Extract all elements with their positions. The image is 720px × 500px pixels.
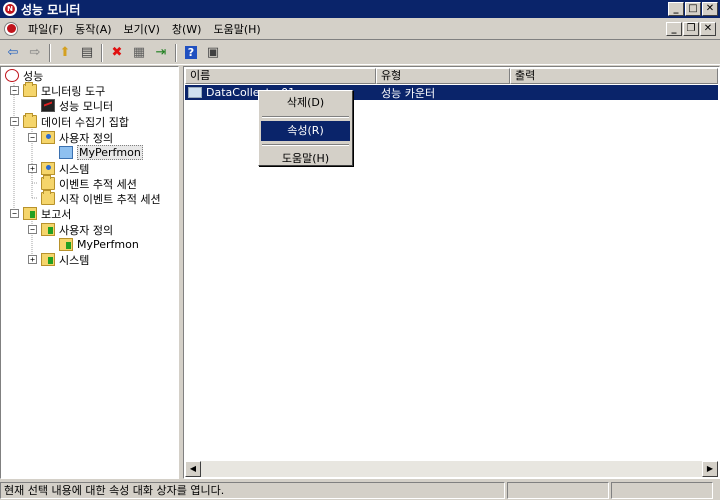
scroll-left-icon[interactable]: ◀ (185, 461, 201, 477)
tree-pane[interactable]: 성능 − 모니터링 도구 성능 모니터 − 데이터 수집기 집합 − 사용자 정… (0, 66, 179, 479)
view-icon[interactable]: ▣ (202, 43, 224, 63)
up-folder-icon[interactable]: ⬆ (54, 43, 76, 63)
tree-node-system[interactable]: + 시스템 (28, 161, 89, 176)
reports-user-icon (41, 223, 55, 236)
tree-label: 데이터 수집기 집합 (41, 115, 129, 129)
tree-node-reports[interactable]: − 보고서 (10, 206, 71, 221)
doc-restore-button[interactable]: ❐ (683, 21, 699, 36)
scroll-track[interactable] (201, 461, 702, 477)
perfmon-root-icon (5, 69, 19, 82)
document-icon[interactable] (4, 21, 18, 36)
tree-node-reports-myperfmon[interactable]: MyPerfmon (59, 237, 139, 252)
status-panel (611, 481, 713, 499)
tree-label: MyPerfmon (77, 145, 143, 160)
tree-node-monitoring-tools[interactable]: − 모니터링 도구 (10, 82, 106, 98)
doc-close-button[interactable]: ✕ (700, 21, 716, 36)
column-header-name[interactable]: 이름 (185, 68, 376, 84)
system-folder-icon (41, 162, 55, 175)
tree-node-myperfmon[interactable]: MyPerfmon (59, 145, 143, 160)
list-item-type: 성능 카운터 (381, 86, 436, 100)
data-collector-icon (188, 87, 202, 98)
tree-label: 시작 이벤트 추적 세션 (59, 192, 161, 206)
horizontal-scrollbar[interactable]: ◀ ▶ (185, 461, 718, 477)
report-icon (59, 238, 73, 251)
tree-node-reports-user-defined[interactable]: − 사용자 정의 (28, 222, 113, 237)
menu-help[interactable]: 도움말(H) (207, 19, 266, 39)
column-header-output[interactable]: 출력 (510, 68, 718, 84)
folder-icon (23, 113, 37, 128)
status-panel (507, 481, 609, 499)
expand-icon[interactable]: + (28, 255, 37, 264)
maximize-button[interactable]: □ (685, 2, 701, 16)
toolbar-separator (175, 43, 177, 62)
folder-icon (41, 175, 55, 190)
tree-label: 성능 모니터 (59, 99, 114, 113)
folder-icon (41, 190, 55, 205)
context-menu: 삭제(D) 속성(R) 도움말(H) (258, 90, 353, 166)
reports-folder-icon (23, 207, 37, 220)
collector-set-icon (59, 146, 73, 159)
perfmon-app-icon[interactable]: N (3, 2, 17, 16)
toolbar-separator (101, 43, 103, 62)
tree-label: 사용자 정의 (59, 131, 114, 145)
menu-view[interactable]: 보기(V) (118, 19, 166, 39)
tree-label: 모니터링 도구 (41, 84, 106, 98)
doc-minimize-button[interactable]: _ (666, 21, 682, 36)
menu-separator (262, 144, 349, 146)
collapse-icon[interactable]: − (10, 117, 19, 126)
help-icon[interactable]: ? (180, 43, 202, 63)
tree-node-event-trace[interactable]: 이벤트 추적 세션 (41, 175, 137, 191)
menu-window[interactable]: 창(W) (166, 19, 208, 39)
tree-node-user-defined[interactable]: − 사용자 정의 (28, 130, 113, 145)
toolbar-separator (49, 43, 51, 62)
chart-icon (41, 99, 55, 112)
title-bar: N 성능 모니터 _ □ ✕ (0, 0, 720, 18)
tree-label: 사용자 정의 (59, 223, 114, 237)
context-menu-delete[interactable]: 삭제(D) (261, 93, 350, 113)
user-folder-icon (41, 131, 55, 144)
status-bar: 현재 선택 내용에 대한 속성 대화 상자를 엽니다. (0, 480, 720, 500)
back-arrow-icon[interactable]: ⇦ (2, 43, 24, 63)
tree-label: 보고서 (41, 207, 72, 221)
menu-separator (262, 116, 349, 118)
properties-icon[interactable]: ▦ (128, 43, 150, 63)
column-header-type[interactable]: 유형 (376, 68, 510, 84)
folder-icon (23, 82, 37, 97)
collapse-icon[interactable]: − (10, 86, 19, 95)
status-text: 현재 선택 내용에 대한 속성 대화 상자를 엽니다. (0, 481, 505, 499)
minimize-button[interactable]: _ (668, 2, 684, 16)
collapse-icon[interactable]: − (10, 209, 19, 218)
window-title: 성능 모니터 (21, 2, 81, 17)
collapse-icon[interactable]: − (28, 133, 37, 142)
tree-node-data-collector-sets[interactable]: − 데이터 수집기 집합 (10, 113, 129, 129)
tree-node-perf-monitor[interactable]: 성능 모니터 (41, 98, 113, 113)
delete-icon[interactable]: ✖ (106, 43, 128, 63)
menu-file[interactable]: 파일(F) (22, 19, 69, 39)
tree-label: 이벤트 추적 세션 (59, 177, 137, 191)
context-menu-help[interactable]: 도움말(H) (261, 149, 350, 169)
export-list-icon[interactable]: ⇥ (150, 43, 172, 63)
scroll-right-icon[interactable]: ▶ (702, 461, 718, 477)
menu-action[interactable]: 동작(A) (69, 19, 117, 39)
tree-label: MyPerfmon (77, 238, 139, 251)
tree-label: 시스템 (59, 253, 90, 267)
toolbar: ⇦ ⇨ ⬆ ▤ ✖ ▦ ⇥ ? ▣ (0, 41, 720, 65)
menu-bar: 파일(F) 동작(A) 보기(V) 창(W) 도움말(H) _ ❐ ✕ (0, 18, 720, 40)
context-menu-properties[interactable]: 속성(R) (261, 121, 350, 141)
collapse-icon[interactable]: − (28, 225, 37, 234)
tree-label: 시스템 (59, 162, 90, 176)
tree-root[interactable]: 성능 (5, 68, 43, 83)
tree-node-startup-event-trace[interactable]: 시작 이벤트 추적 세션 (41, 190, 161, 206)
show-hide-tree-icon[interactable]: ▤ (76, 43, 98, 63)
tree-node-reports-system[interactable]: + 시스템 (28, 252, 89, 267)
forward-arrow-icon[interactable]: ⇨ (24, 43, 46, 63)
expand-icon[interactable]: + (28, 164, 37, 173)
close-button[interactable]: ✕ (702, 2, 718, 16)
reports-system-icon (41, 253, 55, 266)
